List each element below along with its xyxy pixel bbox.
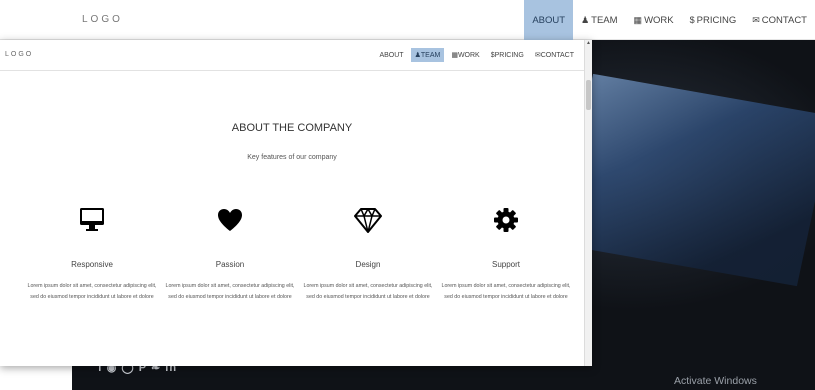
responsive-preview-window: LOGO ABOUT ♟TEAM ▦WORK $PRICING ✉CONTACT… — [0, 40, 592, 366]
heart-icon — [161, 200, 299, 240]
feature-description: Lorem ipsum dolor sit amet, consectetur … — [441, 283, 571, 300]
nav-pricing-label: PRICING — [494, 51, 524, 59]
grid-icon: ▦ — [451, 52, 458, 59]
feature-support: Support Lorem ipsum dolor sit amet, cons… — [437, 200, 575, 303]
background-menu: ABOUT ♟ TEAM ▦ WORK $ PRICING ✉ CONTACT — [524, 0, 815, 40]
bg-nav-pricing[interactable]: $ PRICING — [682, 0, 745, 40]
section-title: ABOUT THE COMPANY — [231, 122, 353, 134]
background-logo[interactable]: LOGO — [82, 14, 123, 25]
gear-icon — [437, 200, 575, 240]
section-subtitle: Key features of our company — [247, 154, 337, 161]
nav-contact[interactable]: ✉CONTACT — [531, 48, 578, 62]
window-navbar: LOGO ABOUT ♟TEAM ▦WORK $PRICING ✉CONTACT — [0, 40, 584, 71]
desktop-icon — [23, 200, 161, 240]
feature-description: Lorem ipsum dolor sit amet, consectetur … — [303, 283, 433, 300]
window-logo[interactable]: LOGO — [5, 51, 33, 58]
bg-nav-contact[interactable]: ✉ CONTACT — [744, 0, 815, 40]
nav-work-label: WORK — [457, 52, 480, 59]
window-scrollbar[interactable]: ▲ — [584, 40, 592, 366]
feature-name: Design — [355, 260, 381, 269]
feature-responsive: Responsive Lorem ipsum dolor sit amet, c… — [23, 200, 161, 303]
windows-activation-watermark: Activate Windows — [674, 375, 757, 387]
feature-description: Lorem ipsum dolor sit amet, consectetur … — [165, 283, 295, 300]
bg-nav-about-label: ABOUT — [532, 14, 566, 26]
bg-nav-pricing-label: PRICING — [696, 14, 737, 26]
diamond-icon — [299, 200, 437, 240]
window-menu: ABOUT ♟TEAM ▦WORK $PRICING ✉CONTACT — [372, 48, 578, 62]
nav-team-label: TEAM — [420, 52, 441, 59]
grid-icon: ▦ — [633, 14, 643, 25]
nav-pricing[interactable]: $PRICING — [487, 49, 528, 62]
background-navbar: LOGO ABOUT ♟ TEAM ▦ WORK $ PRICING ✉ CON… — [0, 0, 815, 40]
bg-nav-work-label: WORK — [644, 14, 674, 26]
nav-about-label: ABOUT — [379, 51, 404, 59]
dollar-icon: $ — [689, 15, 695, 25]
feature-name: Responsive — [71, 260, 113, 269]
bg-nav-about[interactable]: ABOUT — [524, 0, 574, 40]
feature-name: Passion — [215, 260, 245, 269]
nav-work[interactable]: ▦WORK — [447, 48, 483, 62]
scrollbar-thumb[interactable] — [586, 80, 591, 110]
nav-team[interactable]: ♟TEAM — [410, 48, 445, 62]
feature-name: Support — [491, 260, 521, 269]
feature-design: Design Lorem ipsum dolor sit amet, conse… — [299, 200, 437, 303]
scroll-up-arrow-icon[interactable]: ▲ — [586, 40, 591, 46]
nav-contact-label: CONTACT — [540, 52, 574, 59]
feature-passion: Passion Lorem ipsum dolor sit amet, cons… — [161, 200, 299, 303]
bg-nav-contact-label: CONTACT — [761, 14, 807, 26]
bg-nav-team-label: TEAM — [591, 14, 618, 26]
user-icon: ♟ — [581, 14, 590, 25]
feature-description: Lorem ipsum dolor sit amet, consectetur … — [27, 283, 157, 300]
nav-about[interactable]: ABOUT — [375, 49, 407, 62]
envelope-icon: ✉ — [752, 14, 760, 25]
bg-nav-work[interactable]: ▦ WORK — [626, 0, 682, 40]
bg-nav-team[interactable]: ♟ TEAM — [573, 0, 625, 40]
